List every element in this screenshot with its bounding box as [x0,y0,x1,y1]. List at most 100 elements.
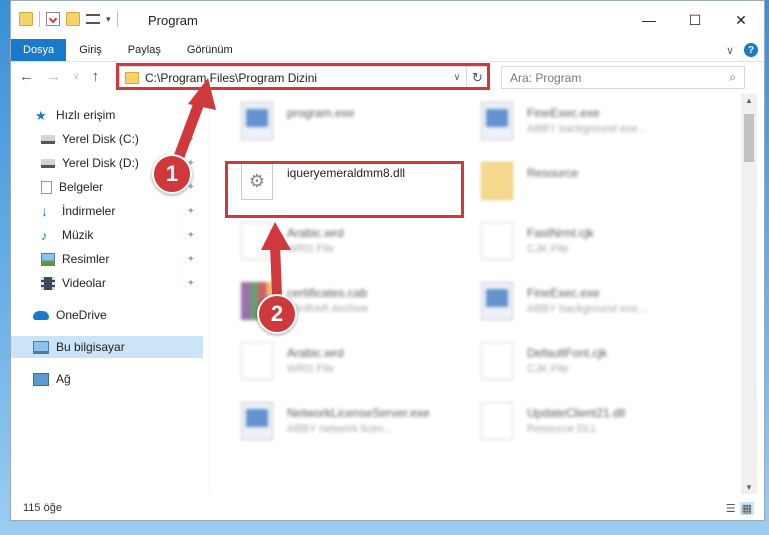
item-count: 115 öğe [23,502,62,514]
sidebar-item-videos[interactable]: Videolar ✦ [11,272,203,294]
sidebar-item-downloads[interactable]: ↓ İndirmeler ✦ [11,200,203,222]
file-name: certificates.cab [287,286,368,300]
folder-icon [125,71,139,84]
tab-file[interactable]: Dosya [11,39,67,61]
sidebar-item-label: Bu bilgisayar [56,340,125,354]
divider [116,11,118,27]
file-list: program.exe FineExec.exe ABBY background … [211,94,739,494]
exe-file-icon [241,402,273,440]
computer-icon [33,340,49,354]
sidebar-item-label: OneDrive [56,308,107,322]
chevron-down-icon[interactable]: ∨ [448,72,466,83]
pin-icon[interactable]: ✦ [187,254,195,265]
quick-access-toolbar: ▾ [19,11,118,27]
ribbon-right: ∨ ? [726,39,764,61]
sidebar-item-pictures[interactable]: Resimler ✦ [11,248,203,270]
file-type: WRD File [287,363,335,375]
pin-icon[interactable]: ✦ [187,206,195,217]
folder-icon [19,12,33,26]
pin-icon[interactable]: ✦ [187,230,195,241]
vertical-scrollbar[interactable]: ▲ ▼ [741,94,757,494]
list-item[interactable]: Arabic.wrd WRD File [241,222,477,266]
sidebar-item-quick-access[interactable]: ★ Hızlı erişim [11,104,203,126]
help-icon[interactable]: ? [744,43,758,57]
file-type: ABBY background exe... [527,303,647,315]
step-1-badge: 1 [152,154,192,194]
exe-file-icon [481,102,513,140]
tab-view[interactable]: Görünüm [174,39,246,61]
sidebar-item-label: Videolar [62,276,106,290]
document-icon [241,222,273,260]
properties-icon[interactable] [46,12,60,26]
minimize-button[interactable]: — [626,1,672,39]
dll-gear-icon: ⚙ [241,162,273,200]
list-item[interactable]: NetworkLicenseServer.exe ABBY network lic… [241,402,477,446]
file-name: UpdateClient21.dll [527,406,626,420]
back-arrow-icon[interactable]: ← [19,68,34,85]
file-name: Resource [527,166,579,180]
divider [39,11,40,27]
tab-home[interactable]: Giriş [66,39,115,61]
pin-icon[interactable]: ✦ [187,278,195,289]
recent-locations-icon[interactable]: ∨ [73,71,80,82]
status-bar: 115 öğe ☰ ▦ [11,494,764,520]
maximize-button[interactable]: ☐ [672,1,718,39]
list-item[interactable]: Resource [481,162,717,206]
list-item-target-dll[interactable]: ⚙ iqueryemeraldmm8.dll [241,162,477,206]
explorer-window: ▾ Program — ☐ ✕ Dosya Giriş Paylaş Görün… [10,0,765,521]
view-options-icon[interactable] [86,14,100,24]
list-item[interactable]: Arabic.wrd WRD File [241,342,477,386]
sidebar-item-label: Ağ [56,372,71,386]
scroll-up-icon[interactable]: ▲ [741,96,757,105]
pin-icon[interactable]: ✦ [187,134,195,145]
list-item[interactable]: program.exe [241,102,477,146]
search-box[interactable]: Ara: Program ⌕ [501,66,745,89]
refresh-icon[interactable]: ↻ [466,67,488,88]
address-path[interactable]: C:\Program Files\Program Dizini [145,71,317,85]
sidebar-item-label: Resimler [62,252,110,266]
document-icon [481,402,513,440]
download-icon: ↓ [41,202,48,219]
large-icons-view-icon[interactable]: ▦ [739,501,754,515]
sidebar-item-network[interactable]: Ağ [11,368,203,390]
new-folder-icon[interactable] [66,12,80,26]
list-item[interactable]: UpdateClient21.dll Resource DLL [481,402,717,446]
file-type: ABBY network licen... [287,423,393,435]
sidebar-item-this-pc[interactable]: Bu bilgisayar [11,336,203,358]
details-view-icon[interactable]: ☰ [726,502,736,515]
pane-divider[interactable] [209,94,210,494]
forward-arrow-icon[interactable]: → [46,68,61,85]
file-type: CJK File [527,363,569,375]
sidebar-item-label: Yerel Disk (D:) [62,156,139,170]
expand-ribbon-icon[interactable]: ∨ [726,44,734,57]
file-name: FineExec.exe [527,106,600,120]
up-arrow-icon[interactable]: ↑ [92,68,100,85]
file-name: FineExec.exe [527,286,600,300]
title-bar: ▾ Program — ☐ ✕ [11,1,764,39]
sidebar-item-onedrive[interactable]: OneDrive [11,304,203,326]
file-name: program.exe [287,106,355,120]
nav-buttons: ← → ∨ ↑ [19,68,99,85]
scroll-down-icon[interactable]: ▼ [741,483,757,492]
list-item[interactable]: FineExec.exe ABBY background exe... [481,102,717,146]
list-item[interactable]: FastNrml.cjk CJK File [481,222,717,266]
sidebar-item-local-disk-c[interactable]: Yerel Disk (C:) ✦ [11,128,203,150]
customize-qat-icon[interactable]: ▾ [106,14,111,25]
close-button[interactable]: ✕ [718,1,764,39]
search-input[interactable]: Ara: Program [510,71,581,85]
list-item[interactable]: FineExec.exe ABBY background exe... [481,282,717,326]
tab-share[interactable]: Paylaş [115,39,174,61]
scroll-thumb[interactable] [744,114,754,162]
exe-file-icon [481,282,513,320]
file-type: Resource DLL [527,423,598,435]
network-icon [33,372,49,386]
navigation-bar: ← → ∨ ↑ C:\Program Files\Program Dizini … [11,62,764,94]
file-name: DefaultFont.cjk [527,346,608,360]
document-icon [481,222,513,260]
pictures-icon [41,252,55,266]
list-item[interactable]: DefaultFont.cjk CJK File [481,342,717,386]
exe-file-icon [241,102,273,140]
videos-icon [41,276,55,290]
sidebar-item-music[interactable]: ♪ Müzik ✦ [11,224,203,246]
address-bar[interactable]: C:\Program Files\Program Dizini ∨ ↻ [119,66,489,89]
